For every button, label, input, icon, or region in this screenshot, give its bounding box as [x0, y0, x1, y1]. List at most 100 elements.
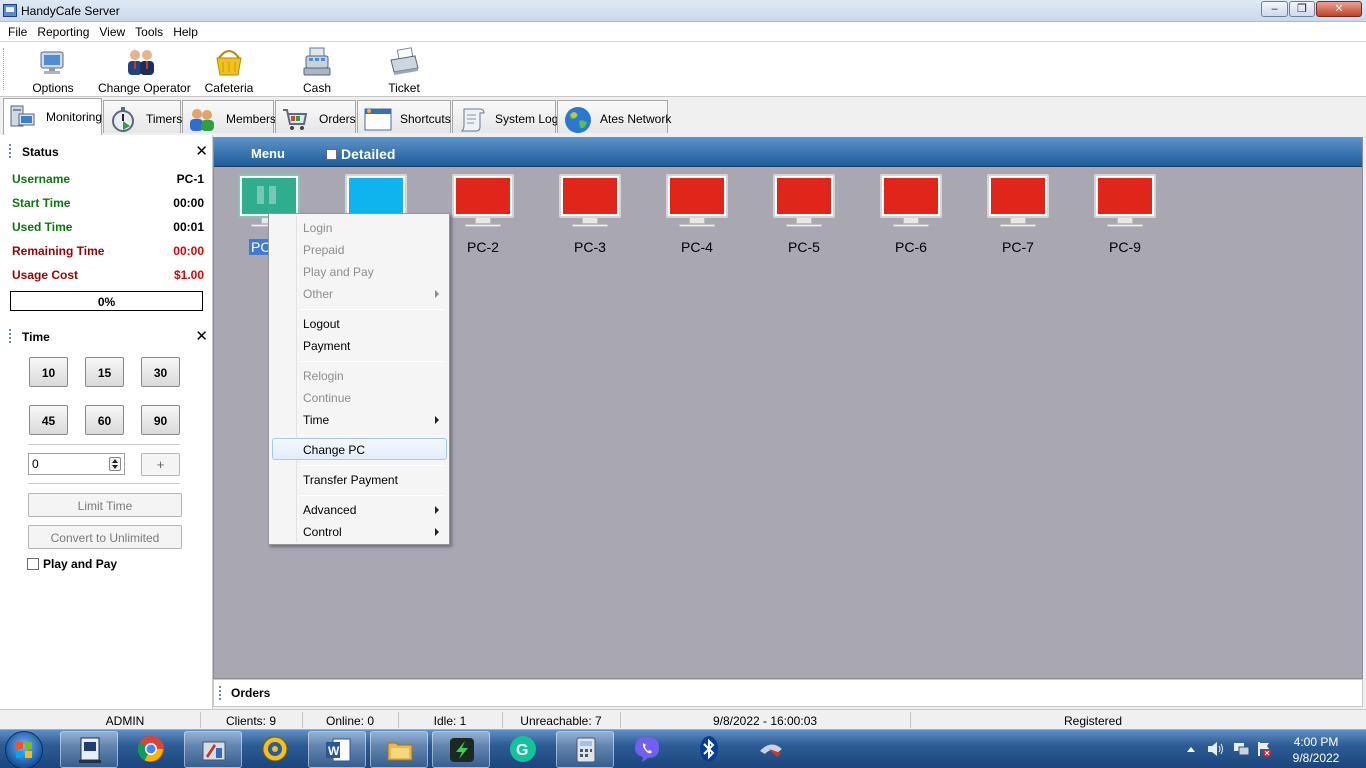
taskbar-handycafe[interactable]: [60, 731, 118, 768]
shopping-basket-icon: [213, 46, 245, 78]
tab-monitoring[interactable]: Monitoring: [3, 98, 102, 135]
menu-item-time[interactable]: Time: [272, 408, 447, 430]
time-60-button[interactable]: 60: [85, 405, 124, 435]
pc-tile-pc-5[interactable]: PC-5: [773, 174, 835, 258]
clock-date: 9/8/2022: [1292, 751, 1340, 765]
monitor-icon: [1094, 174, 1156, 218]
monitoring-header: Menu Detailed: [214, 138, 1362, 167]
taskbar-chrome[interactable]: [122, 731, 180, 768]
pc-tile-pc-6[interactable]: PC-6: [880, 174, 942, 258]
taskbar-word[interactable]: W: [308, 731, 366, 768]
status-row-used-time: Used Time 00:01: [12, 220, 204, 234]
tab-system-log[interactable]: System Log: [452, 100, 558, 133]
taskbar-calculator[interactable]: [556, 731, 614, 768]
pc-tile-pc-3[interactable]: PC-3: [559, 174, 621, 258]
action-center-flag-icon[interactable]: [1256, 741, 1272, 757]
time-15-button[interactable]: 15: [85, 357, 124, 387]
tab-ates-network[interactable]: Ates Network: [557, 100, 671, 133]
monitor-icon: [345, 174, 407, 218]
limit-time-button[interactable]: Limit Time: [28, 493, 182, 517]
close-icon[interactable]: ✕: [195, 142, 208, 160]
pc-tile-pc-4[interactable]: PC-4: [666, 174, 728, 258]
convert-unlimited-button[interactable]: Convert to Unlimited: [28, 525, 182, 549]
taskbar-grammarly[interactable]: G: [494, 731, 552, 768]
spinner-arrows-icon[interactable]: [109, 457, 121, 471]
menu-item-play-and-pay[interactable]: Play and Pay: [272, 260, 447, 282]
menu-item-relogin[interactable]: Relogin: [272, 364, 447, 386]
pc-tile-pc-7[interactable]: PC-7: [987, 174, 1049, 258]
taskbar-bluetooth[interactable]: [680, 731, 738, 768]
taskbar-viber[interactable]: [618, 731, 676, 768]
tools-icon: [202, 741, 226, 761]
checkbox-icon[interactable]: [27, 558, 39, 570]
windows-logo-icon: [16, 742, 33, 759]
tab-orders[interactable]: Orders: [275, 100, 356, 133]
maximize-button[interactable]: ❐: [1289, 1, 1315, 17]
monitor-icon: [666, 174, 728, 218]
pc-tile-pc-2[interactable]: PC-2: [452, 174, 514, 258]
close-icon[interactable]: ✕: [195, 327, 208, 345]
checkbox-icon[interactable]: [326, 149, 337, 160]
time-90-button[interactable]: 90: [141, 405, 180, 435]
taskbar: W G 4:00 PM 9/8/2022: [0, 729, 1366, 768]
status-row-remaining-time: Remaining Time 00:00: [12, 244, 204, 258]
show-hidden-icons-icon[interactable]: [1186, 745, 1196, 753]
time-45-button[interactable]: 45: [29, 405, 68, 435]
menu-item-prepaid[interactable]: Prepaid: [272, 238, 447, 260]
minimize-button[interactable]: –: [1261, 1, 1288, 17]
pc-label: PC-9: [1109, 239, 1141, 255]
menu-item-logout[interactable]: Logout: [272, 312, 447, 334]
toolbar-grip: [3, 48, 6, 90]
menu-item-other[interactable]: Other: [272, 282, 447, 304]
menu-separator: [300, 361, 445, 362]
volume-icon[interactable]: [1207, 741, 1225, 757]
minutes-spinner[interactable]: 0: [28, 453, 125, 475]
system-tray: [1183, 730, 1273, 768]
network-icon[interactable]: [1233, 741, 1251, 757]
tab-shortcuts[interactable]: Shortcuts: [357, 100, 451, 133]
detailed-checkbox[interactable]: Detailed: [326, 146, 395, 162]
taskbar-green-app[interactable]: [432, 731, 490, 768]
flag-quadrant: [16, 751, 23, 758]
play-and-pay-checkbox[interactable]: Play and Pay: [27, 557, 117, 571]
menu-item-payment[interactable]: Payment: [272, 334, 447, 356]
menu-item-continue[interactable]: Continue: [272, 386, 447, 408]
title-bar: HandyCafe Server – ❐ ✕: [0, 0, 1366, 22]
menu-item-transfer-payment[interactable]: Transfer Payment: [272, 468, 447, 490]
tab-timers[interactable]: Timers: [103, 100, 182, 133]
menu-item-change-pc[interactable]: Change PC: [272, 438, 447, 460]
tab-members[interactable]: Members: [182, 100, 276, 133]
menu-item-control[interactable]: Control: [272, 520, 447, 542]
pause-icon: [269, 186, 276, 204]
menu-item-advanced[interactable]: Advanced: [272, 498, 447, 520]
time-10-button[interactable]: 10: [29, 357, 68, 387]
close-button[interactable]: ✕: [1316, 1, 1362, 17]
taskbar-folder[interactable]: [370, 731, 428, 768]
taskbar-emblem[interactable]: [246, 731, 304, 768]
taskbar-clock[interactable]: 4:00 PM 9/8/2022: [1283, 734, 1349, 766]
submenu-arrow-icon: [435, 416, 439, 424]
menu-separator: [300, 309, 445, 310]
cash-button[interactable]: Cash: [297, 46, 337, 95]
status-row-start-time: Start Time 00:00: [12, 196, 204, 210]
taskbar-tools[interactable]: [184, 731, 242, 768]
add-time-button[interactable]: +: [141, 453, 180, 476]
ticket-button[interactable]: Ticket: [384, 46, 424, 95]
monitor-icon: [452, 174, 514, 218]
menu-help[interactable]: Help: [168, 22, 203, 39]
menu-reporting[interactable]: Reporting: [32, 22, 94, 39]
cafeteria-button[interactable]: Cafeteria: [204, 46, 254, 95]
change-operator-button[interactable]: Change Operator: [98, 46, 191, 95]
taskbar-wifi-tool[interactable]: [742, 731, 800, 768]
menu-tools[interactable]: Tools: [130, 22, 168, 39]
menu-file[interactable]: File: [3, 22, 32, 39]
menu-button[interactable]: Menu: [251, 146, 285, 161]
status-unreachable: Unreachable: 7: [520, 714, 602, 728]
options-button[interactable]: Options: [30, 46, 76, 95]
menu-view[interactable]: View: [94, 22, 130, 39]
clock-time: 4:00 PM: [1293, 735, 1339, 749]
menu-item-login[interactable]: Login: [272, 216, 447, 238]
pc-tile-pc-9[interactable]: PC-9: [1094, 174, 1156, 258]
time-30-button[interactable]: 30: [141, 357, 180, 387]
start-button[interactable]: [5, 731, 43, 768]
